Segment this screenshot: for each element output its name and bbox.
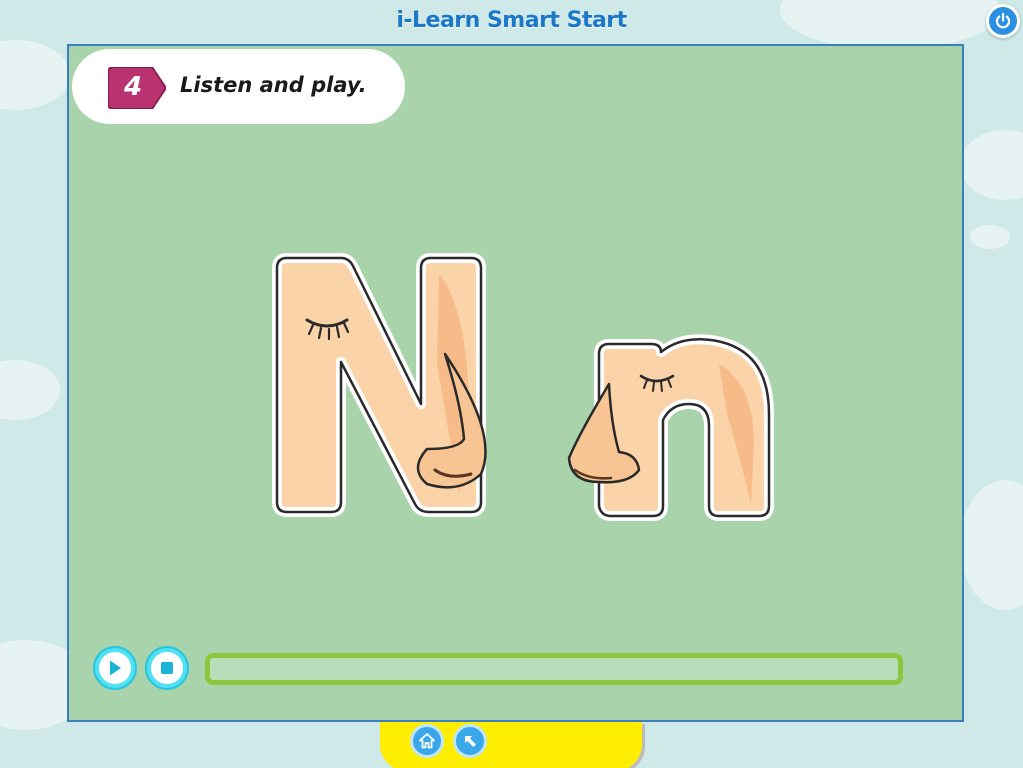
instruction-text: Listen and play.: [180, 73, 367, 97]
back-button[interactable]: [453, 724, 487, 758]
uppercase-n-letter: [272, 253, 487, 517]
activity-number: 4: [123, 72, 143, 102]
lowercase-n-letter: [567, 334, 774, 521]
home-button[interactable]: [410, 724, 444, 758]
background-cloud: [970, 225, 1010, 249]
background-cloud: [960, 130, 1023, 200]
back-arrow-icon: [465, 736, 476, 747]
app-title: i-Learn Smart Start: [396, 8, 627, 33]
audio-progress-bar[interactable]: [205, 653, 903, 685]
instruction-banner: 4 Listen and play.: [72, 49, 405, 124]
background-cloud: [0, 40, 70, 110]
stop-button[interactable]: [145, 646, 189, 690]
letter-illustration: [272, 253, 774, 521]
home-icon: [419, 733, 435, 749]
background-cloud: [960, 480, 1023, 610]
power-icon: [989, 7, 1017, 35]
background-cloud: [0, 360, 60, 420]
stop-icon: [161, 662, 173, 674]
power-button[interactable]: [986, 4, 1020, 38]
activity-stage: 4 Listen and play.: [67, 44, 964, 722]
play-button[interactable]: [93, 646, 137, 690]
play-icon: [110, 660, 121, 676]
